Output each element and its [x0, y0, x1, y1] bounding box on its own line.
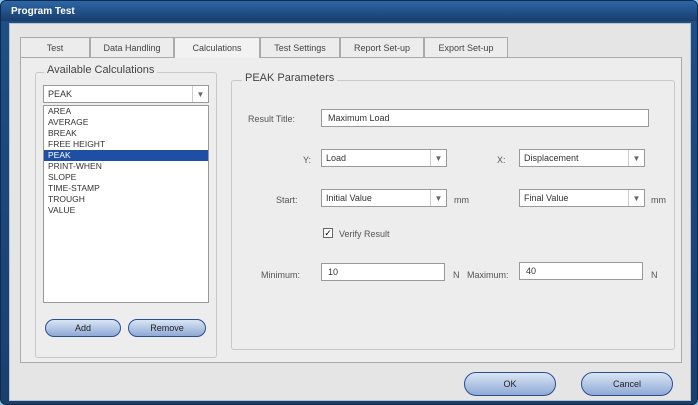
window-title: Program Test	[1, 1, 697, 21]
available-calculations-title: Available Calculations	[44, 64, 158, 76]
list-item-slope[interactable]: SLOPE	[44, 172, 208, 183]
x-axis-value: Displacement	[524, 153, 579, 163]
end-unit: mm	[651, 195, 666, 205]
calculation-select-value: PEAK	[48, 89, 73, 99]
add-button[interactable]: Add	[45, 319, 121, 337]
list-item-peak[interactable]: PEAK	[44, 150, 208, 161]
list-item-time-stamp[interactable]: TIME-STAMP	[44, 183, 208, 194]
tab-calculations[interactable]: Calculations	[174, 37, 260, 58]
cancel-button[interactable]: Cancel	[581, 372, 673, 396]
chevron-down-icon: ▼	[430, 150, 446, 166]
chevron-down-icon: ▼	[628, 150, 644, 166]
y-label: Y:	[303, 155, 312, 165]
start-select[interactable]: Initial Value ▼	[321, 189, 447, 207]
maximum-label: Maximum:	[467, 270, 509, 280]
maximum-input[interactable]: 40	[519, 262, 643, 280]
program-test-window: Program Test Test Data Handling Calculat…	[0, 0, 698, 405]
list-item-value[interactable]: VALUE	[44, 205, 208, 216]
tab-data-handling[interactable]: Data Handling	[90, 37, 174, 57]
x-axis-select[interactable]: Displacement ▼	[519, 149, 645, 167]
chevron-down-icon: ▼	[192, 86, 208, 102]
list-item-trough[interactable]: TROUGH	[44, 194, 208, 205]
x-label: X:	[497, 155, 506, 165]
calculations-panel: Available Calculations PEAK ▼ AREA AVERA…	[20, 57, 682, 363]
minimum-label: Minimum:	[261, 270, 301, 280]
maximum-unit: N	[651, 270, 658, 280]
tab-test-settings[interactable]: Test Settings	[260, 37, 340, 57]
minimum-input[interactable]: 10	[321, 263, 445, 281]
chevron-down-icon: ▼	[430, 190, 446, 206]
list-item-break[interactable]: BREAK	[44, 128, 208, 139]
y-axis-value: Load	[326, 153, 347, 163]
tab-export-set-up[interactable]: Export Set-up	[424, 37, 508, 57]
start-unit: mm	[454, 195, 469, 205]
minimum-unit: N	[453, 270, 460, 280]
list-item-average[interactable]: AVERAGE	[44, 117, 208, 128]
tab-test[interactable]: Test	[20, 37, 90, 57]
calculation-list[interactable]: AREA AVERAGE BREAK FREE HEIGHT PEAK PRIN…	[43, 105, 209, 303]
list-item-area[interactable]: AREA	[44, 106, 208, 117]
tab-report-set-up[interactable]: Report Set-up	[340, 37, 424, 57]
dialog-body: Test Data Handling Calculations Test Set…	[9, 23, 691, 401]
start-value: Initial Value	[326, 193, 372, 203]
end-value: Final Value	[524, 193, 569, 203]
verify-result-label: Verify Result	[339, 229, 390, 239]
start-label: Start:	[276, 195, 298, 205]
y-axis-select[interactable]: Load ▼	[321, 149, 447, 167]
result-title-label: Result Title:	[248, 114, 296, 124]
result-title-input[interactable]: Maximum Load	[321, 109, 649, 127]
chevron-down-icon: ▼	[628, 190, 644, 206]
ok-button[interactable]: OK	[464, 372, 556, 396]
checkmark-icon: ✓	[324, 228, 332, 238]
verify-result-checkbox[interactable]: ✓	[323, 228, 333, 238]
end-select[interactable]: Final Value ▼	[519, 189, 645, 207]
remove-button[interactable]: Remove	[128, 319, 206, 337]
calculation-select[interactable]: PEAK ▼	[43, 85, 209, 103]
peak-parameters-title: PEAK Parameters	[242, 72, 338, 84]
list-item-free-height[interactable]: FREE HEIGHT	[44, 139, 208, 150]
list-item-print-when[interactable]: PRINT-WHEN	[44, 161, 208, 172]
